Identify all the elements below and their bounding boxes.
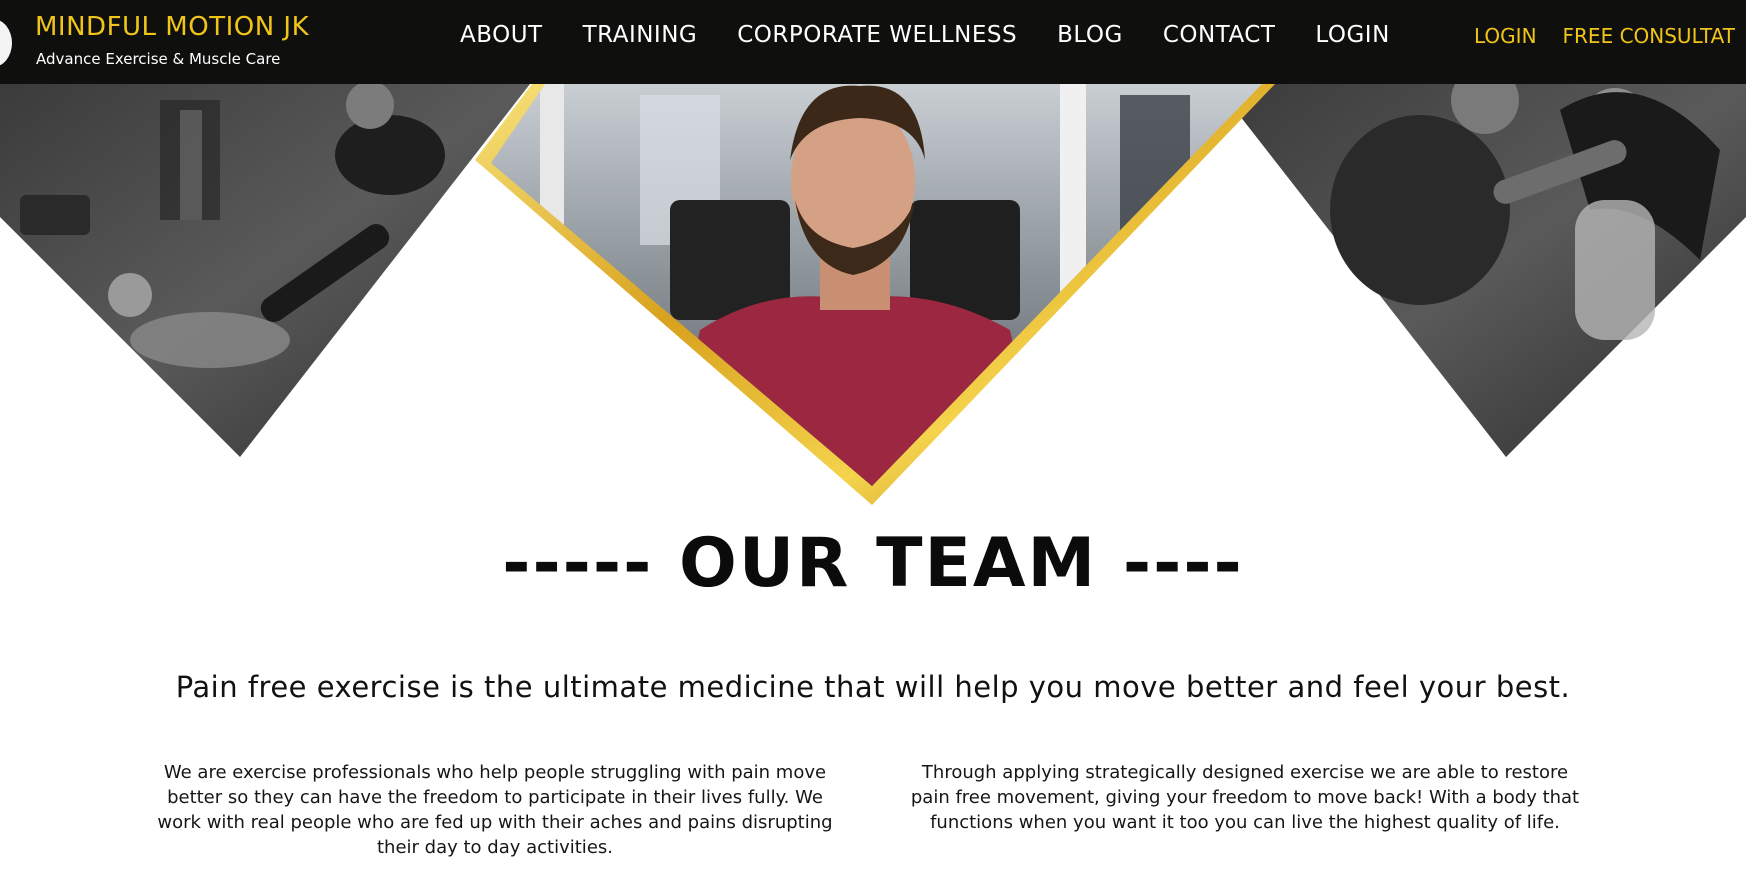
main-nav: ABOUT TRAINING CORPORATE WELLNESS BLOG C… <box>460 22 1390 48</box>
brand-title[interactable]: MINDFUL MOTION JK <box>35 12 309 42</box>
login-link[interactable]: LOGIN <box>1474 24 1537 48</box>
free-consultation-link[interactable]: FREE CONSULTAT <box>1563 24 1735 48</box>
section-title: ----- OUR TEAM ---- <box>502 524 1244 603</box>
nav-about[interactable]: ABOUT <box>460 22 543 48</box>
nav-blog[interactable]: BLOG <box>1057 22 1123 48</box>
intro-paragraph-left: We are exercise professionals who help p… <box>157 762 833 858</box>
trainer-portrait-photo <box>491 84 1262 486</box>
logo-icon[interactable] <box>0 19 12 67</box>
nav-training[interactable]: TRAINING <box>583 22 698 48</box>
nav-corporate-wellness[interactable]: CORPORATE WELLNESS <box>737 22 1017 48</box>
section-tagline: Pain free exercise is the ultimate medic… <box>175 670 1571 704</box>
site-header: MINDFUL MOTION JK Advance Exercise & Mus… <box>0 0 1746 84</box>
nav-contact[interactable]: CONTACT <box>1163 22 1276 48</box>
intro-paragraph-right: Through applying strategically designed … <box>910 762 1580 833</box>
nav-login[interactable]: LOGIN <box>1315 22 1389 48</box>
therapist-stretching-client-photo <box>0 81 530 457</box>
header-actions: LOGIN FREE CONSULTAT <box>1474 24 1735 48</box>
therapist-assessing-client-photo <box>1215 66 1746 457</box>
brand-subtitle: Advance Exercise & Muscle Care <box>36 50 281 68</box>
